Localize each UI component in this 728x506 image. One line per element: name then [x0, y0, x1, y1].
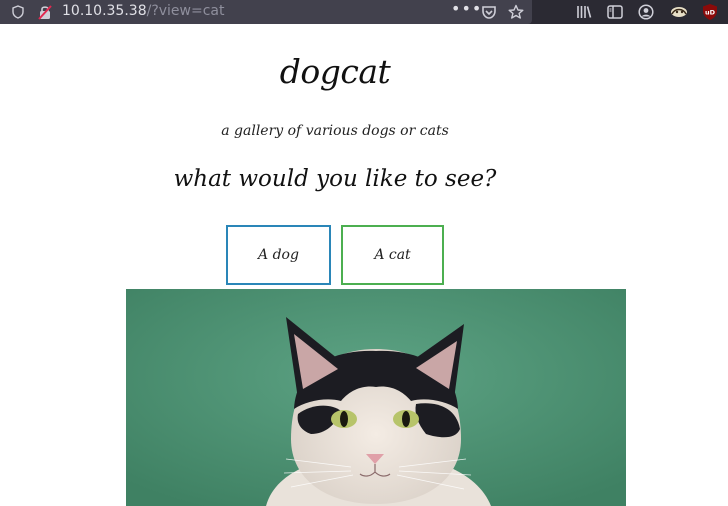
question-heading: what would you like to see?	[173, 166, 497, 192]
shield-icon[interactable]	[10, 0, 26, 24]
page-title: dogcat	[279, 52, 391, 91]
account-icon[interactable]	[637, 0, 655, 24]
cat-button[interactable]: A cat	[341, 225, 444, 285]
library-icon[interactable]	[575, 0, 593, 24]
ublock-icon[interactable]: uD	[700, 0, 720, 24]
url-path: /?view=cat	[146, 3, 225, 19]
browser-toolbar: 10.10.35.38/?view=cat ••• uD	[0, 0, 728, 24]
more-ellipsis-icon[interactable]: •••	[451, 0, 481, 24]
url-host: 10.10.35.38	[62, 3, 147, 19]
page-subtitle: a gallery of various dogs or cats	[221, 123, 449, 139]
insecure-lock-icon[interactable]	[36, 0, 54, 24]
ublock-badge-text: uD	[705, 9, 716, 17]
dog-button[interactable]: A dog	[226, 225, 331, 285]
extension-icon[interactable]	[668, 0, 690, 24]
bookmark-star-icon[interactable]	[507, 0, 525, 24]
sidebar-icon[interactable]	[606, 0, 624, 24]
url-bar[interactable]: 10.10.35.38/?view=cat •••	[0, 0, 532, 24]
cat-image	[126, 289, 626, 506]
pocket-icon[interactable]	[480, 0, 498, 24]
url-text[interactable]: 10.10.35.38/?view=cat	[62, 0, 225, 24]
